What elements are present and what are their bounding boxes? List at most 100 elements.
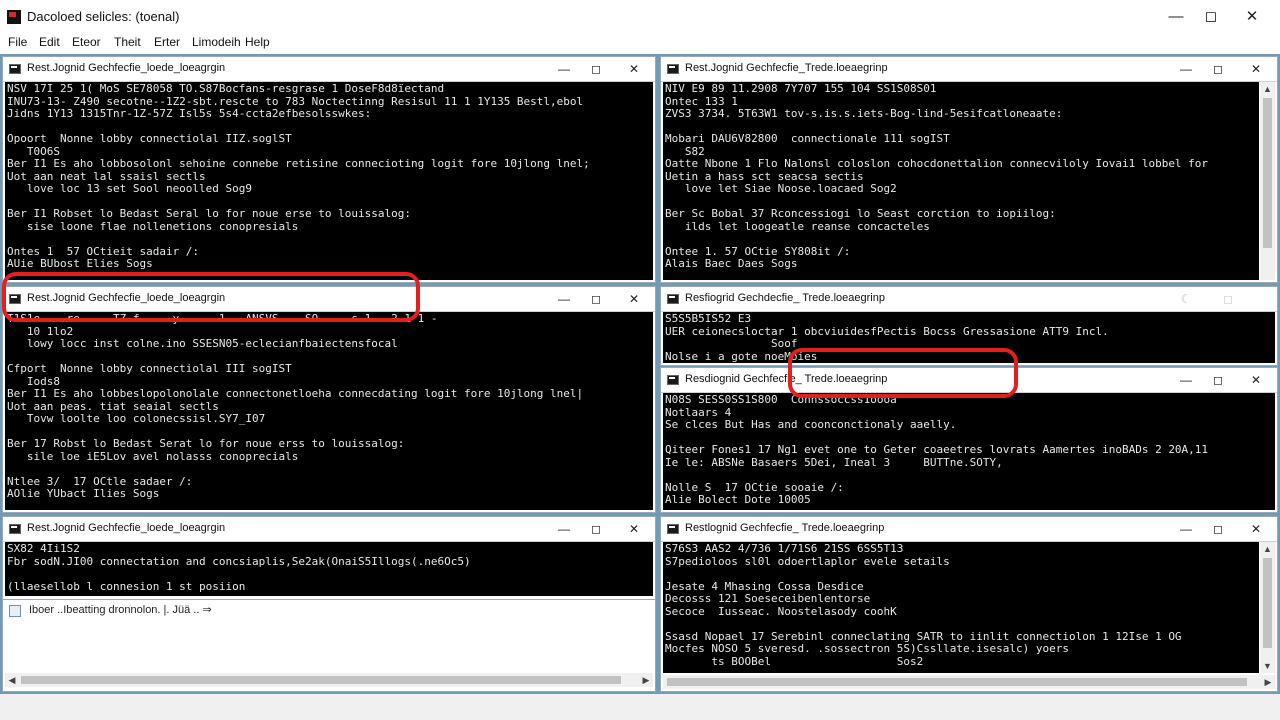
scroll-left-arrow-icon[interactable]: ◀: [5, 673, 19, 687]
console-window-title: Rest.Jognid Gechfecfie_Trede.loeaegrinp: [685, 62, 888, 74]
maximize-icon[interactable]: ◻: [585, 289, 607, 309]
console-line: Cfport Nonne lobby connectiolal III sogI…: [7, 362, 292, 375]
console-window-title: Resfiogrid Gechdecfie_ Trede.loeaegrinp: [685, 292, 885, 304]
console-line: Ber I1 Es aho lobbeslopolonolale connect…: [7, 387, 584, 400]
console-window-title: Rest.Jognid Gechfecfie_loede_loeagrgin: [27, 62, 226, 74]
console-icon: [667, 375, 679, 385]
console-output[interactable]: NIV E9 89 11.2908 7Y707 155 104 SS1S08S0…: [663, 82, 1259, 280]
maximize-icon[interactable]: ◻: [1207, 59, 1229, 79]
console-line: sile loe iE5Lov avel nolasss conoprecial…: [7, 449, 299, 463]
console-line: love loc 13 set Sool neoolled Sog9: [7, 182, 253, 195]
console-line: sise loone flae nollenetions conopresial…: [7, 219, 299, 233]
menu-eteor[interactable]: Eteor: [72, 35, 101, 49]
menubar: File Edit Eteor Theit Erter Limodeih Hel…: [0, 34, 1280, 54]
console-window-6[interactable]: Rest.Jognid Gechfecfie_loede_loeagrgin —…: [2, 516, 656, 692]
console-window-title: Rest.Jognid Gechfecfie_loede_loeagrgin: [27, 522, 226, 534]
close-icon[interactable]: ✕: [1245, 59, 1267, 79]
app-titlebar: Dacoloed selicles: (toenal) — ◻ ✕: [0, 0, 1280, 34]
maximize-icon[interactable]: ◻: [1207, 519, 1229, 539]
console-line: Mocfes NOSO 5 sveresd. .sossectron 5S)Cs…: [665, 642, 1069, 655]
console-line: love let Siae Noose.loacaed Sog2: [665, 182, 897, 195]
console-line: Jidns 1Y13 1315Tnr-1Z-57Z Isl5s 5s4-ccta…: [7, 107, 372, 120]
minimize-icon[interactable]: —: [553, 289, 575, 309]
command-input-area[interactable]: Iboer ..Ibeatting dronnolon. |. Jüä .. ⇒: [3, 599, 655, 672]
horizontal-scrollbar[interactable]: ◀ ▶: [5, 673, 653, 687]
maximize-icon[interactable]: ◻: [1193, 4, 1229, 30]
menu-help[interactable]: Help: [245, 35, 270, 49]
console-icon: [9, 524, 21, 534]
minimize-icon[interactable]: —: [1175, 59, 1197, 79]
scroll-right-arrow-icon[interactable]: ▶: [639, 673, 653, 687]
scrollbar-thumb[interactable]: [667, 678, 1247, 686]
maximize-icon[interactable]: ◻: [1207, 370, 1229, 390]
scroll-up-arrow-icon[interactable]: ▲: [1260, 82, 1275, 96]
console-icon: [9, 64, 21, 74]
scroll-up-arrow-icon[interactable]: ▲: [1260, 542, 1275, 556]
console-output[interactable]: NSV 17I 25 1( MoS SE78058 TO.S87Bocfans-…: [5, 82, 653, 280]
scroll-right-arrow-icon[interactable]: ▶: [1261, 675, 1275, 689]
console-output[interactable]: SX82 4Ii1S2 Fbr sodN.JI00 connectation a…: [5, 542, 653, 596]
console-window-titlebar: Resfiogrid Gechdecfie_ Trede.loeaegrinp …: [661, 287, 1277, 312]
console-line: ZVS3 3734. 5T63W1 tov-s.is.s.iets-Bog-li…: [665, 107, 1063, 120]
console-line: Fbr sodN.JI00 connectation and concsiapl…: [7, 554, 471, 568]
console-line: Ber 17 Robst lo Bedast Serat lo for noue…: [7, 437, 405, 450]
scrollbar-thumb[interactable]: [1263, 98, 1272, 248]
console-output[interactable]: T1S1e re TZ.f y 1 ANSVS SO s.1 - 2.1 1 -…: [5, 312, 653, 510]
console-output[interactable]: S76S3 AAS2 4/736 1/71S6 21SS 6SS5T13 S7p…: [663, 542, 1259, 673]
close-icon[interactable]: ✕: [623, 59, 645, 79]
scrollbar-thumb[interactable]: [1263, 558, 1272, 648]
console-line: Tovw loolte loo colonecssisl.SY7_I07: [7, 412, 266, 425]
console-window-1[interactable]: Rest.Jognid Gechfecfie_loede_loeagrgin —…: [2, 56, 656, 283]
console-line: Decosss 121 Soeseceibenlentorse: [665, 592, 871, 605]
menu-erter[interactable]: Erter: [154, 35, 180, 49]
console-line: AOlie YUbact Ilies Sogs: [7, 487, 160, 500]
minimize-icon[interactable]: —: [1175, 370, 1197, 390]
scroll-down-arrow-icon[interactable]: ▼: [1260, 659, 1275, 673]
vertical-scrollbar[interactable]: ▲ ▼: [1260, 542, 1275, 673]
close-icon[interactable]: ✕: [623, 519, 645, 539]
console-line: S5S5B5IS52 E3: [665, 312, 752, 325]
app-title: Dacoloed selicles: (toenal): [27, 9, 180, 24]
console-line: NIV E9 89 11.2908 7Y707 155 104 SS1S08S0…: [665, 82, 937, 95]
minimize-icon[interactable]: —: [553, 59, 575, 79]
horizontal-scrollbar[interactable]: ▶: [663, 675, 1275, 689]
menu-file[interactable]: File: [8, 35, 27, 49]
minimize-icon[interactable]: —: [553, 519, 575, 539]
console-line: ilds let loogeatle reanse concacteles: [665, 219, 930, 233]
console-window-titlebar: Rest.Jognid Gechfecfie_Trede.loeaegrinp …: [661, 57, 1277, 82]
menu-theit[interactable]: Theit: [114, 35, 141, 49]
console-line: Alie Bolect Dote 10005: [665, 493, 811, 506]
close-icon[interactable]: ✕: [1245, 519, 1267, 539]
console-line: Ie le: ABSNe Basaers 5Dei, Ineal 3 BUTTn…: [665, 455, 1003, 469]
console-line: Secoce Iusseac. Noostelasody coohK: [665, 604, 897, 618]
maximize-icon[interactable]: ◻: [1217, 289, 1239, 309]
console-line: ts BOOBel Sos2: [665, 654, 924, 668]
console-output[interactable]: N08S SESS0SS1S800 Connssoccss1oooa Notla…: [663, 393, 1275, 510]
vertical-scrollbar[interactable]: ▲: [1260, 82, 1275, 280]
close-icon[interactable]: ✕: [623, 289, 645, 309]
menu-limodeih[interactable]: Limodeih: [192, 35, 241, 49]
minimize-icon[interactable]: —: [1175, 519, 1197, 539]
maximize-icon[interactable]: ◻: [585, 59, 607, 79]
minimize-icon[interactable]: —: [1158, 4, 1194, 30]
console-line: Oatte Nbone 1 Flo Nalonsl coloslon cohoc…: [665, 157, 1209, 170]
console-line: Qiteer Fones1 17 Ng1 evet one to Geter c…: [665, 443, 1209, 456]
command-input-text[interactable]: Iboer ..Ibeatting dronnolon. |. Jüä .. ⇒: [29, 603, 212, 616]
console-window-titlebar: Rest.Jognid Gechfecfie_loede_loeagrgin —…: [3, 57, 655, 82]
console-window-2[interactable]: Rest.Jognid Gechfecfie_Trede.loeaegrinp …: [660, 56, 1278, 283]
console-window-7[interactable]: Restlognid Gechfecfie_ Trede.loeaegrinp …: [660, 516, 1278, 692]
restore-icon[interactable]: ☾: [1175, 289, 1197, 309]
close-icon[interactable]: ✕: [1245, 370, 1267, 390]
close-icon[interactable]: ✕: [1234, 4, 1270, 30]
console-line: Se clces But Has and coonconctionaly aae…: [665, 418, 957, 431]
menu-edit[interactable]: Edit: [39, 35, 60, 49]
maximize-icon[interactable]: ◻: [585, 519, 607, 539]
console-line: Mobari DAU6V82800 connectionale 111 sogI…: [665, 132, 950, 145]
scrollbar-thumb[interactable]: [21, 676, 621, 684]
